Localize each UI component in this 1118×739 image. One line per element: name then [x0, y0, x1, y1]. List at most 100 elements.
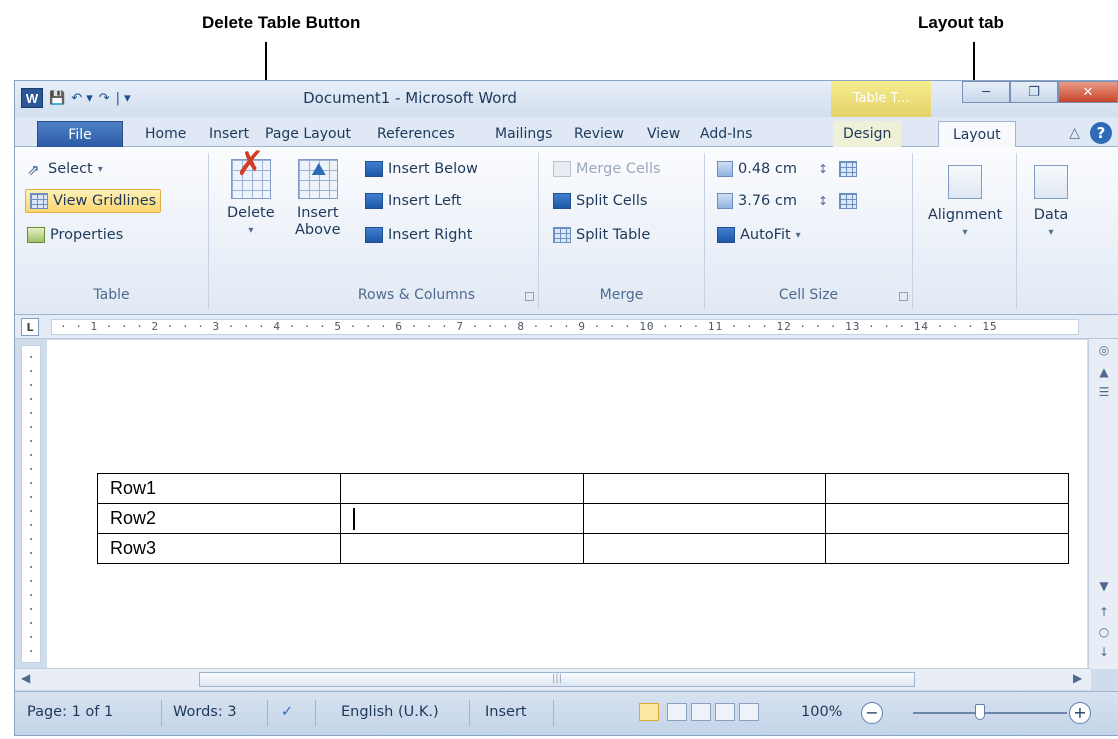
- width-spinner-icon[interactable]: ↕: [818, 194, 828, 208]
- insert-mode[interactable]: Insert: [485, 704, 527, 720]
- tab-page-layout[interactable]: Page Layout: [265, 121, 351, 147]
- ruler-toggle-icon[interactable]: ◎: [1089, 343, 1118, 357]
- tab-mailings[interactable]: Mailings: [495, 121, 552, 147]
- merge-cells-button[interactable]: Merge Cells: [553, 157, 661, 181]
- group-data: Data ▾: [1017, 153, 1087, 309]
- split-cells-button[interactable]: Split Cells: [553, 189, 647, 213]
- table-cell[interactable]: [582, 533, 827, 564]
- group-merge: Merge Cells Split Cells Split Table Merg…: [539, 153, 705, 309]
- horizontal-scroll-thumb[interactable]: |||: [199, 672, 915, 687]
- column-width-field[interactable]: 3.76 cm ↕: [717, 189, 858, 213]
- page-count[interactable]: Page: 1 of 1: [27, 704, 113, 720]
- table-row[interactable]: Row1: [97, 473, 1069, 504]
- full-screen-reading-icon[interactable]: [667, 703, 687, 721]
- proofing-icon[interactable]: ✓: [281, 704, 293, 720]
- view-gridlines-button[interactable]: View Gridlines: [25, 189, 162, 213]
- scroll-thumb-icon[interactable]: ☰: [1089, 385, 1118, 399]
- insert-left-button[interactable]: Insert Left: [365, 189, 461, 213]
- merge-cells-icon: [553, 161, 571, 177]
- tab-review[interactable]: Review: [574, 121, 624, 147]
- scroll-right-icon[interactable]: ▶: [1073, 671, 1082, 685]
- draft-view-icon[interactable]: [739, 703, 759, 721]
- outline-view-icon[interactable]: [715, 703, 735, 721]
- horizontal-scrollbar[interactable]: ◀ ||| ▶: [15, 668, 1091, 690]
- language-indicator[interactable]: English (U.K.): [341, 704, 439, 720]
- previous-page-icon[interactable]: ↑: [1089, 605, 1118, 619]
- table-tools-contextual: Table T...: [831, 81, 931, 117]
- table-row[interactable]: Row3: [97, 533, 1069, 564]
- tab-file[interactable]: File: [37, 121, 123, 147]
- insert-below-button[interactable]: Insert Below: [365, 157, 478, 181]
- scroll-down-icon[interactable]: ▼: [1089, 579, 1118, 593]
- status-divider: [161, 700, 162, 726]
- chevron-down-icon: ▾: [248, 225, 254, 236]
- dialog-launcher-icon[interactable]: .: [899, 292, 908, 301]
- tab-home[interactable]: Home: [145, 121, 186, 147]
- table-row[interactable]: Row2: [97, 503, 1069, 534]
- restore-icon[interactable]: ❐: [1010, 81, 1058, 103]
- zoom-level[interactable]: 100%: [801, 704, 842, 720]
- zoom-out-icon[interactable]: −: [861, 702, 883, 724]
- ruler-scale[interactable]: · · 1 · · · 2 · · · 3 · · · 4 · · · 5 · …: [51, 319, 1079, 335]
- table-cell[interactable]: Row1: [97, 473, 341, 504]
- tab-selector[interactable]: L: [21, 318, 39, 336]
- scroll-up-icon[interactable]: ▲: [1089, 365, 1118, 379]
- title-bar: W 💾 ↶ ▾ ↷ | ▾ Document1 - Microsoft Word…: [15, 81, 1118, 117]
- zoom-slider[interactable]: [913, 712, 1067, 714]
- row-height-field[interactable]: 0.48 cm ↕: [717, 157, 858, 181]
- zoom-in-icon[interactable]: +: [1069, 702, 1091, 724]
- dialog-launcher-icon[interactable]: .: [525, 292, 534, 301]
- row-height-icon: [717, 161, 733, 177]
- document-page[interactable]: Row1 Row2 Row3: [47, 340, 1087, 668]
- tab-design[interactable]: Design: [833, 121, 902, 147]
- document-table[interactable]: Row1 Row2 Row3: [97, 473, 1069, 564]
- next-page-icon[interactable]: ↓: [1089, 645, 1118, 659]
- help-icon[interactable]: ?: [1090, 122, 1112, 144]
- table-cell[interactable]: [825, 473, 1069, 504]
- table-cell[interactable]: [825, 503, 1069, 534]
- table-cell[interactable]: [825, 533, 1069, 564]
- table-cell[interactable]: [339, 533, 584, 564]
- select-button[interactable]: ⇗ Select ▾: [27, 157, 103, 181]
- data-button[interactable]: Data ▾: [1025, 153, 1077, 241]
- vertical-ruler[interactable]: [21, 345, 41, 663]
- table-cell[interactable]: [339, 473, 584, 504]
- distribute-rows-icon[interactable]: [839, 161, 858, 177]
- delete-button[interactable]: ✗ Delete ▾: [227, 147, 275, 239]
- tab-layout[interactable]: Layout: [938, 121, 1016, 148]
- chevron-down-icon: ▾: [962, 227, 968, 238]
- text-cursor: [352, 507, 355, 530]
- minimize-icon[interactable]: ─: [962, 81, 1010, 103]
- insert-right-button[interactable]: Insert Right: [365, 223, 472, 247]
- tab-add-ins[interactable]: Add-Ins: [700, 121, 752, 147]
- tab-view[interactable]: View: [647, 121, 680, 147]
- table-cell[interactable]: Row3: [97, 533, 341, 564]
- table-cell[interactable]: [582, 503, 827, 534]
- word-window: W 💾 ↶ ▾ ↷ | ▾ Document1 - Microsoft Word…: [14, 80, 1118, 736]
- word-count[interactable]: Words: 3: [173, 704, 237, 720]
- merge-cells-label: Merge Cells: [576, 161, 661, 177]
- height-spinner-icon[interactable]: ↕: [818, 162, 828, 176]
- print-layout-view-icon[interactable]: [639, 703, 659, 721]
- scroll-left-icon[interactable]: ◀: [21, 671, 30, 685]
- web-layout-icon[interactable]: [691, 703, 711, 721]
- chevron-down-icon: ▾: [1048, 227, 1054, 238]
- group-delete: ✗ Delete ▾: [209, 147, 295, 309]
- table-cell[interactable]: Row2: [97, 503, 341, 534]
- autofit-button[interactable]: AutoFit ▾: [717, 223, 801, 247]
- split-table-button[interactable]: Split Table: [553, 223, 650, 247]
- column-width-icon: [717, 193, 733, 209]
- zoom-slider-thumb[interactable]: [975, 704, 985, 720]
- distribute-columns-icon[interactable]: [839, 193, 858, 209]
- minimize-ribbon-icon[interactable]: △: [1069, 125, 1080, 141]
- alignment-button[interactable]: Alignment ▾: [923, 153, 1007, 241]
- insert-below-icon: [365, 161, 383, 177]
- table-cell-active[interactable]: [339, 503, 584, 534]
- vertical-scrollbar[interactable]: ◎ ▲ ☰ ▼ ↑ ○ ↓: [1088, 339, 1118, 669]
- insert-above-button[interactable]: Insert Above: [295, 159, 341, 239]
- table-cell[interactable]: [582, 473, 827, 504]
- tab-references[interactable]: References: [377, 121, 455, 147]
- close-icon[interactable]: ✕: [1058, 81, 1118, 103]
- browse-object-icon[interactable]: ○: [1089, 625, 1118, 639]
- properties-button[interactable]: Properties: [27, 223, 123, 247]
